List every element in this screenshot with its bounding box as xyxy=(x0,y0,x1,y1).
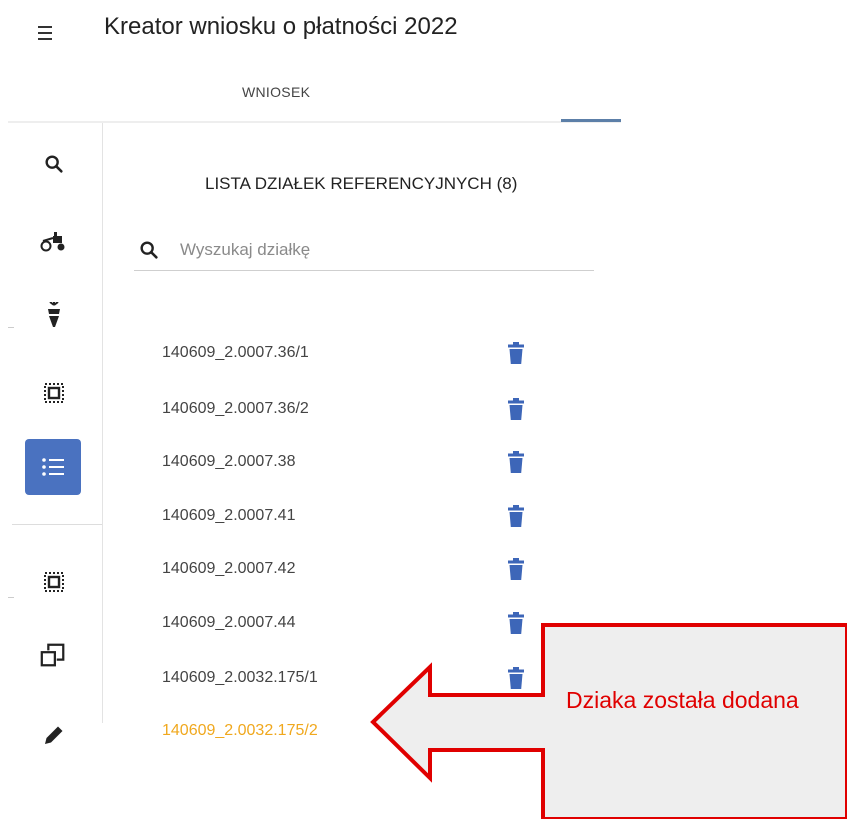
callout-text: Dziaka została dodana xyxy=(566,687,799,713)
